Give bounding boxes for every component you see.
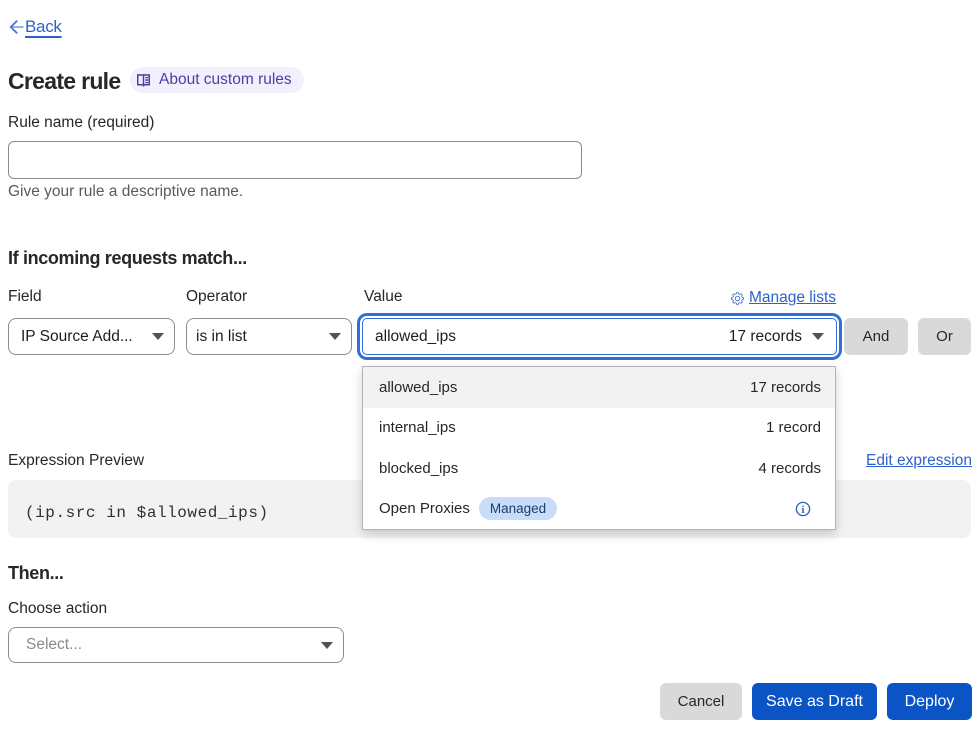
- svg-text:i: i: [802, 505, 805, 516]
